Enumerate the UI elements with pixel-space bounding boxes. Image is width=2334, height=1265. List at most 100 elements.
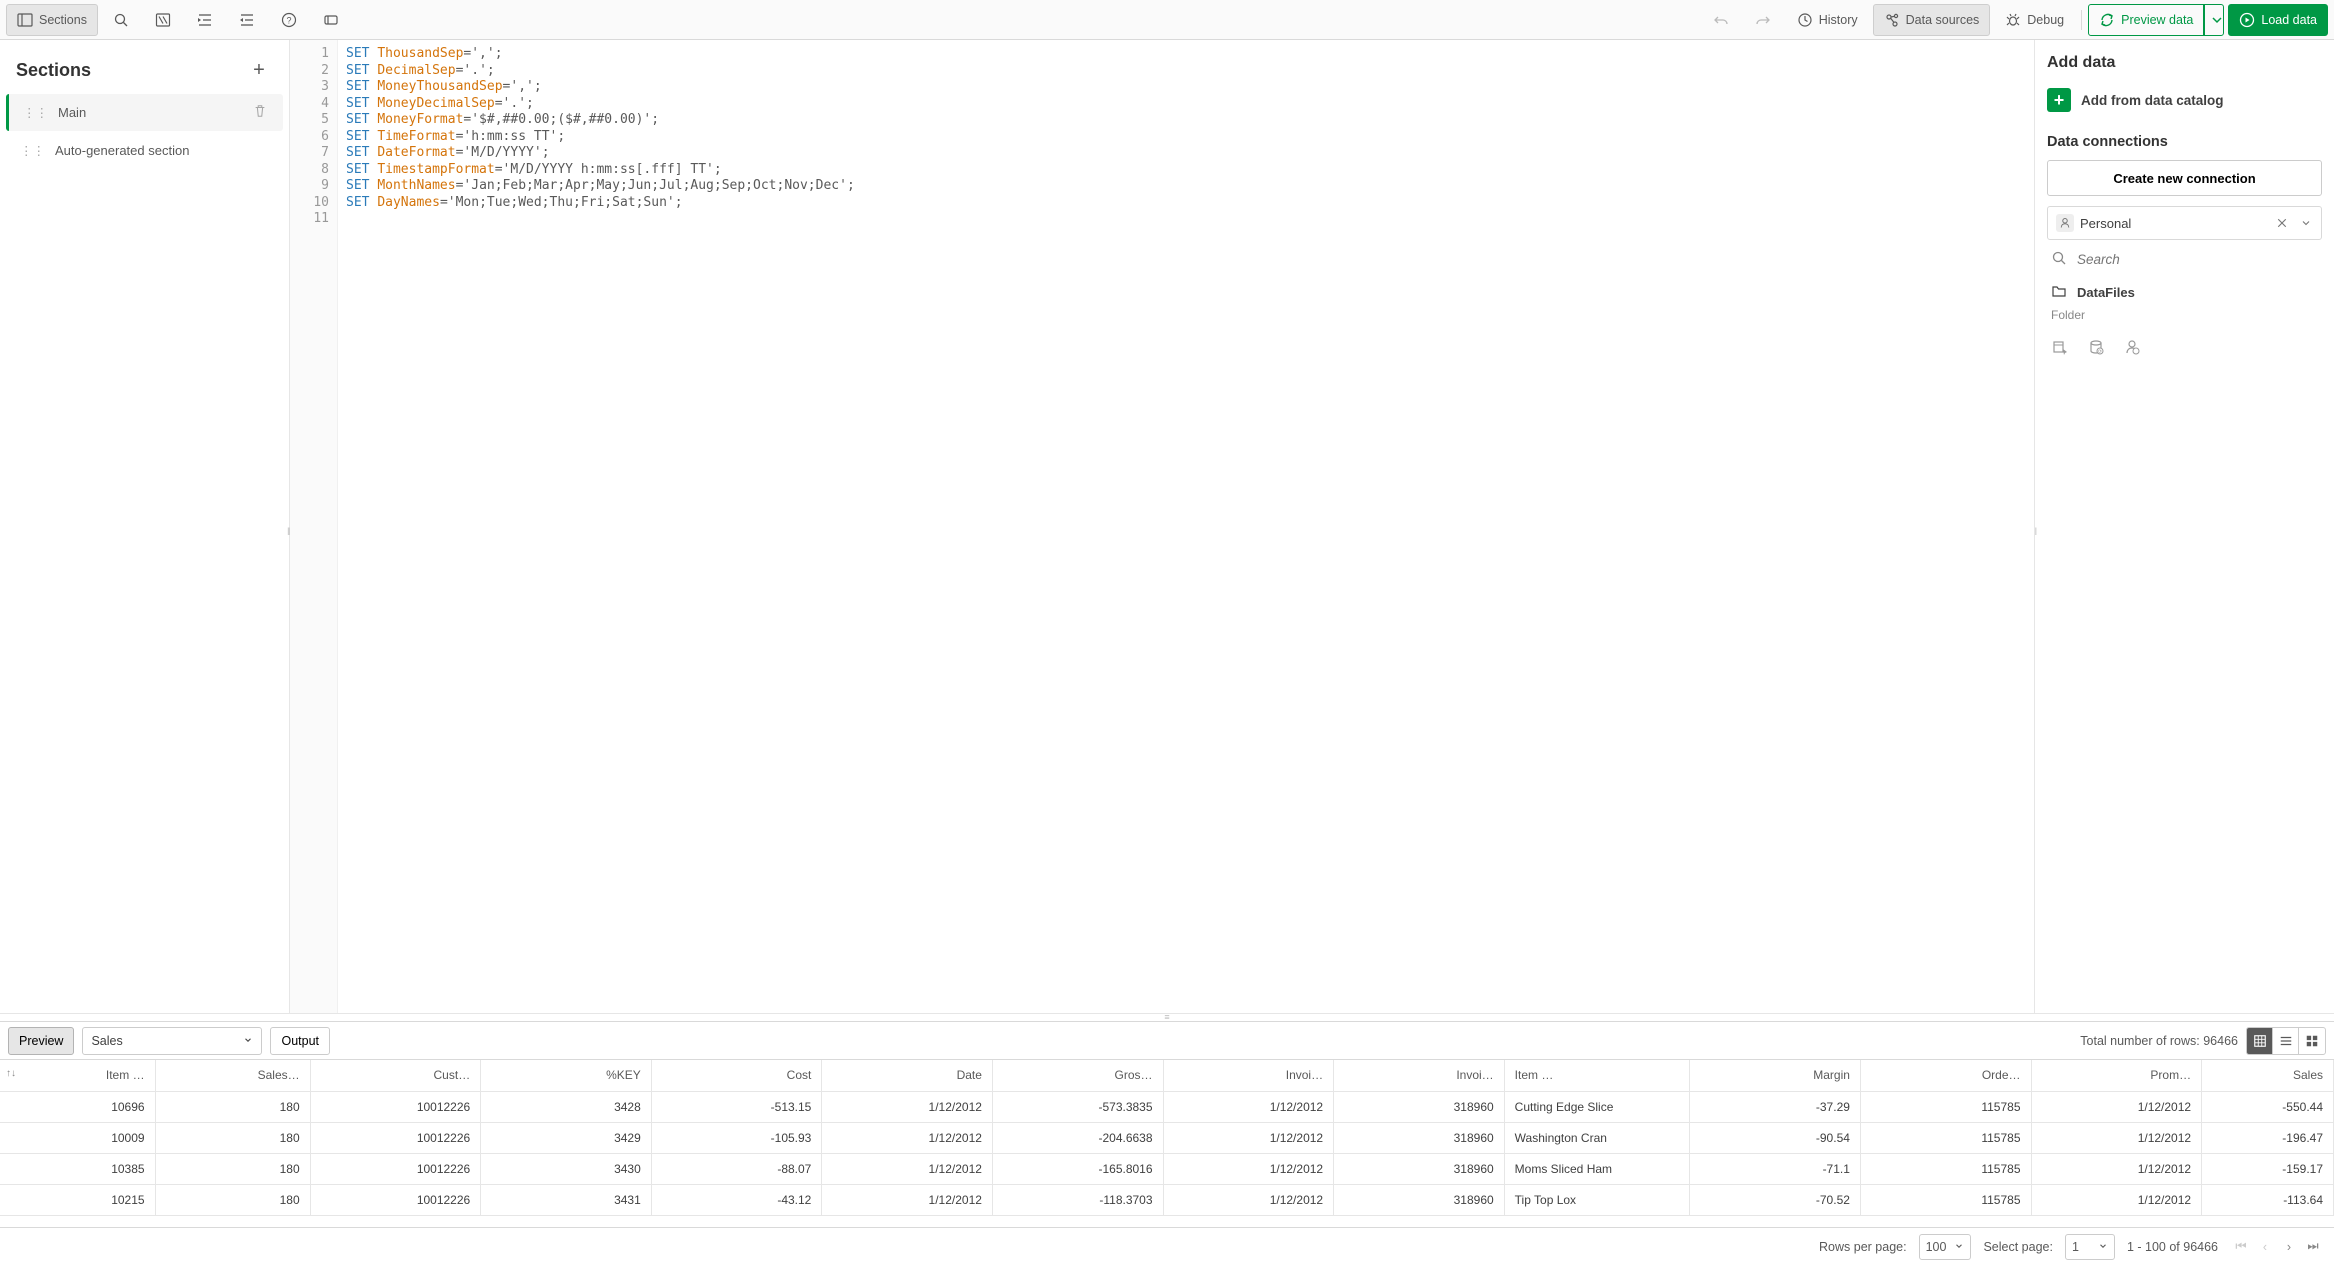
add-from-catalog-button[interactable]: + Add from data catalog xyxy=(2047,84,2322,116)
debug-label: Debug xyxy=(2027,13,2064,27)
table-cell: 3430 xyxy=(481,1153,652,1184)
table-row[interactable]: 10009180100122263429-105.931/12/2012-204… xyxy=(0,1122,2334,1153)
undo-button[interactable] xyxy=(1702,4,1740,36)
table-cell: 180 xyxy=(155,1091,310,1122)
preview-data-button[interactable]: Preview data xyxy=(2088,4,2204,36)
table-row[interactable]: 10215180100122263431-43.121/12/2012-118.… xyxy=(0,1184,2334,1215)
datasources-icon xyxy=(1884,12,1900,28)
code-area[interactable]: SET ThousandSep=','; SET DecimalSep='.';… xyxy=(338,40,2034,1013)
section-item[interactable]: ⋮⋮Main xyxy=(6,94,283,131)
view-grid-icon[interactable] xyxy=(2299,1028,2325,1054)
comment-button[interactable] xyxy=(144,4,182,36)
column-header[interactable]: Prom… xyxy=(2031,1060,2202,1091)
table-cell: -204.6638 xyxy=(992,1122,1163,1153)
column-header[interactable]: Item … xyxy=(1504,1060,1690,1091)
sections-toggle-label: Sections xyxy=(39,13,87,27)
column-header[interactable]: Margin xyxy=(1690,1060,1861,1091)
column-header[interactable]: Invoi… xyxy=(1334,1060,1505,1091)
prev-page-button[interactable]: ‹ xyxy=(2254,1236,2276,1258)
insert-script-icon[interactable]: ⟳ xyxy=(2087,338,2105,356)
folder-icon xyxy=(2051,283,2067,302)
outdent-button[interactable] xyxy=(228,4,266,36)
add-data-heading: Add data xyxy=(2047,54,2322,72)
search-icon xyxy=(113,12,129,28)
sections-toggle[interactable]: Sections xyxy=(6,4,98,36)
column-header[interactable]: Orde… xyxy=(1860,1060,2031,1091)
search-button[interactable] xyxy=(102,4,140,36)
total-rows-label: Total number of rows: 96466 xyxy=(2080,1034,2238,1048)
preview-dropdown[interactable] xyxy=(2204,4,2224,36)
right-resize-handle[interactable]: ‖ xyxy=(2034,527,2037,538)
history-icon xyxy=(1797,12,1813,28)
table-row[interactable]: 10385180100122263430-88.071/12/2012-165.… xyxy=(0,1153,2334,1184)
table-cell: 1/12/2012 xyxy=(2031,1091,2202,1122)
rows-per-page-value: 100 xyxy=(1926,1240,1947,1254)
horizontal-splitter[interactable] xyxy=(0,1013,2334,1021)
first-page-button[interactable]: ⏮ xyxy=(2230,1236,2252,1258)
help-button[interactable]: ? xyxy=(270,4,308,36)
folder-item[interactable]: DataFiles xyxy=(2047,279,2322,306)
table-cell: Moms Sliced Ham xyxy=(1504,1153,1690,1184)
line-gutter: 1234567891011 xyxy=(290,40,338,1013)
history-button[interactable]: History xyxy=(1786,4,1869,36)
column-header[interactable]: %KEY xyxy=(481,1060,652,1091)
redo-button[interactable] xyxy=(1744,4,1782,36)
table-cell: 180 xyxy=(155,1184,310,1215)
add-section-button[interactable]: + xyxy=(245,56,273,84)
datasources-button[interactable]: Data sources xyxy=(1873,4,1991,36)
table-cell: 1/12/2012 xyxy=(822,1184,993,1215)
toolbar-separator xyxy=(2081,10,2082,30)
table-cell: 10215 xyxy=(0,1184,155,1215)
section-item[interactable]: ⋮⋮Auto-generated section xyxy=(6,133,283,168)
next-page-button[interactable]: › xyxy=(2278,1236,2300,1258)
last-page-button[interactable]: ⏭ xyxy=(2302,1236,2324,1258)
table-row[interactable]: 10696180100122263428-513.151/12/2012-573… xyxy=(0,1091,2334,1122)
column-header[interactable]: Cost xyxy=(651,1060,822,1091)
catalog-label: Add from data catalog xyxy=(2081,93,2224,108)
trash-icon[interactable] xyxy=(253,104,269,121)
connection-name: Personal xyxy=(2080,216,2267,231)
select-data-icon[interactable] xyxy=(2051,338,2069,356)
page-select[interactable]: 1 xyxy=(2065,1234,2115,1260)
close-icon[interactable] xyxy=(2273,214,2291,232)
view-table-icon[interactable] xyxy=(2247,1028,2273,1054)
connection-actions: ⟳ xyxy=(2047,332,2322,362)
connection-item[interactable]: Personal xyxy=(2047,206,2322,240)
view-list-icon[interactable] xyxy=(2273,1028,2299,1054)
column-header[interactable]: Sales xyxy=(2202,1060,2334,1091)
load-data-button[interactable]: Load data xyxy=(2228,4,2328,36)
preview-tab[interactable]: Preview xyxy=(8,1027,74,1055)
column-header[interactable]: ↑↓Item … xyxy=(0,1060,155,1091)
svg-text:?: ? xyxy=(286,15,291,25)
rows-per-page-select[interactable]: 100 xyxy=(1919,1234,1972,1260)
drag-handle-icon[interactable]: ⋮⋮ xyxy=(20,143,45,158)
create-connection-button[interactable]: Create new connection xyxy=(2047,160,2322,196)
user-icon xyxy=(2056,214,2074,232)
preview-grid-wrapper[interactable]: ↑↓Item …Sales…Cust…%KEYCostDateGros…Invo… xyxy=(0,1059,2334,1227)
table-selector[interactable]: Sales xyxy=(82,1027,262,1055)
edit-connection-icon[interactable] xyxy=(2123,338,2141,356)
column-header[interactable]: Invoi… xyxy=(1163,1060,1334,1091)
data-panel: ‖ Add data + Add from data catalog Data … xyxy=(2034,40,2334,1013)
column-header[interactable]: Date xyxy=(822,1060,993,1091)
table-cell: 115785 xyxy=(1860,1153,2031,1184)
column-header[interactable]: Cust… xyxy=(310,1060,481,1091)
column-header[interactable]: Gros… xyxy=(992,1060,1163,1091)
column-header[interactable]: Sales… xyxy=(155,1060,310,1091)
tag-button[interactable] xyxy=(312,4,350,36)
table-cell: -37.29 xyxy=(1690,1091,1861,1122)
sections-panel: Sections + ⋮⋮Main⋮⋮Auto-generated sectio… xyxy=(0,40,290,1013)
output-tab[interactable]: Output xyxy=(270,1027,330,1055)
table-select-value: Sales xyxy=(91,1034,122,1048)
script-editor[interactable]: 1234567891011 SET ThousandSep=','; SET D… xyxy=(290,40,2034,1013)
debug-button[interactable]: Debug xyxy=(1994,4,2075,36)
tag-icon xyxy=(323,12,339,28)
chevron-down-icon[interactable] xyxy=(2297,214,2315,232)
search-input[interactable] xyxy=(2077,252,2318,267)
table-cell: 3429 xyxy=(481,1122,652,1153)
rows-per-page-label: Rows per page: xyxy=(1819,1240,1907,1254)
drag-handle-icon[interactable]: ⋮⋮ xyxy=(23,105,48,120)
folder-name: DataFiles xyxy=(2077,285,2135,300)
indent-button[interactable] xyxy=(186,4,224,36)
table-cell: 10012226 xyxy=(310,1122,481,1153)
